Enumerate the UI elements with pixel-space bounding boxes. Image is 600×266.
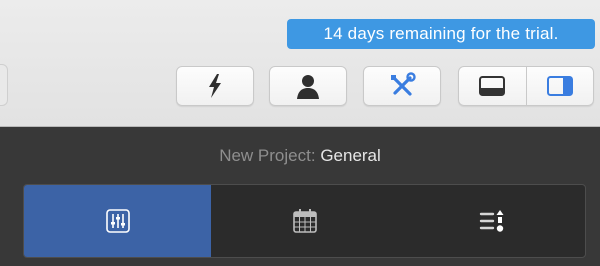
- tools-button[interactable]: [363, 66, 441, 106]
- tab-sort[interactable]: [398, 185, 585, 257]
- bottom-panel-button[interactable]: [459, 67, 526, 105]
- tab-settings[interactable]: [24, 185, 211, 257]
- toolbar: 14 days remaining for the trial.: [0, 0, 600, 127]
- lightning-icon: [209, 74, 221, 98]
- person-button[interactable]: [269, 66, 347, 106]
- tools-icon: [391, 72, 416, 96]
- project-name: General: [320, 146, 381, 165]
- project-title: New Project: General: [0, 146, 600, 166]
- layout-toggle: [458, 66, 594, 106]
- lightning-button[interactable]: [176, 66, 254, 106]
- right-panel-button[interactable]: [525, 67, 594, 105]
- person-icon: [297, 75, 319, 99]
- project-label: New Project:: [219, 146, 316, 165]
- trial-badge[interactable]: 14 days remaining for the trial.: [287, 19, 595, 49]
- sliders-icon: [105, 209, 130, 233]
- inspector-tabs: [23, 184, 586, 258]
- tab-calendar[interactable]: [211, 185, 398, 257]
- right-panel-icon: [546, 76, 573, 96]
- sort-list-icon: [479, 210, 503, 232]
- bottom-panel-icon: [479, 76, 506, 96]
- calendar-icon: [292, 209, 317, 233]
- toolbar-left-control[interactable]: [0, 64, 8, 106]
